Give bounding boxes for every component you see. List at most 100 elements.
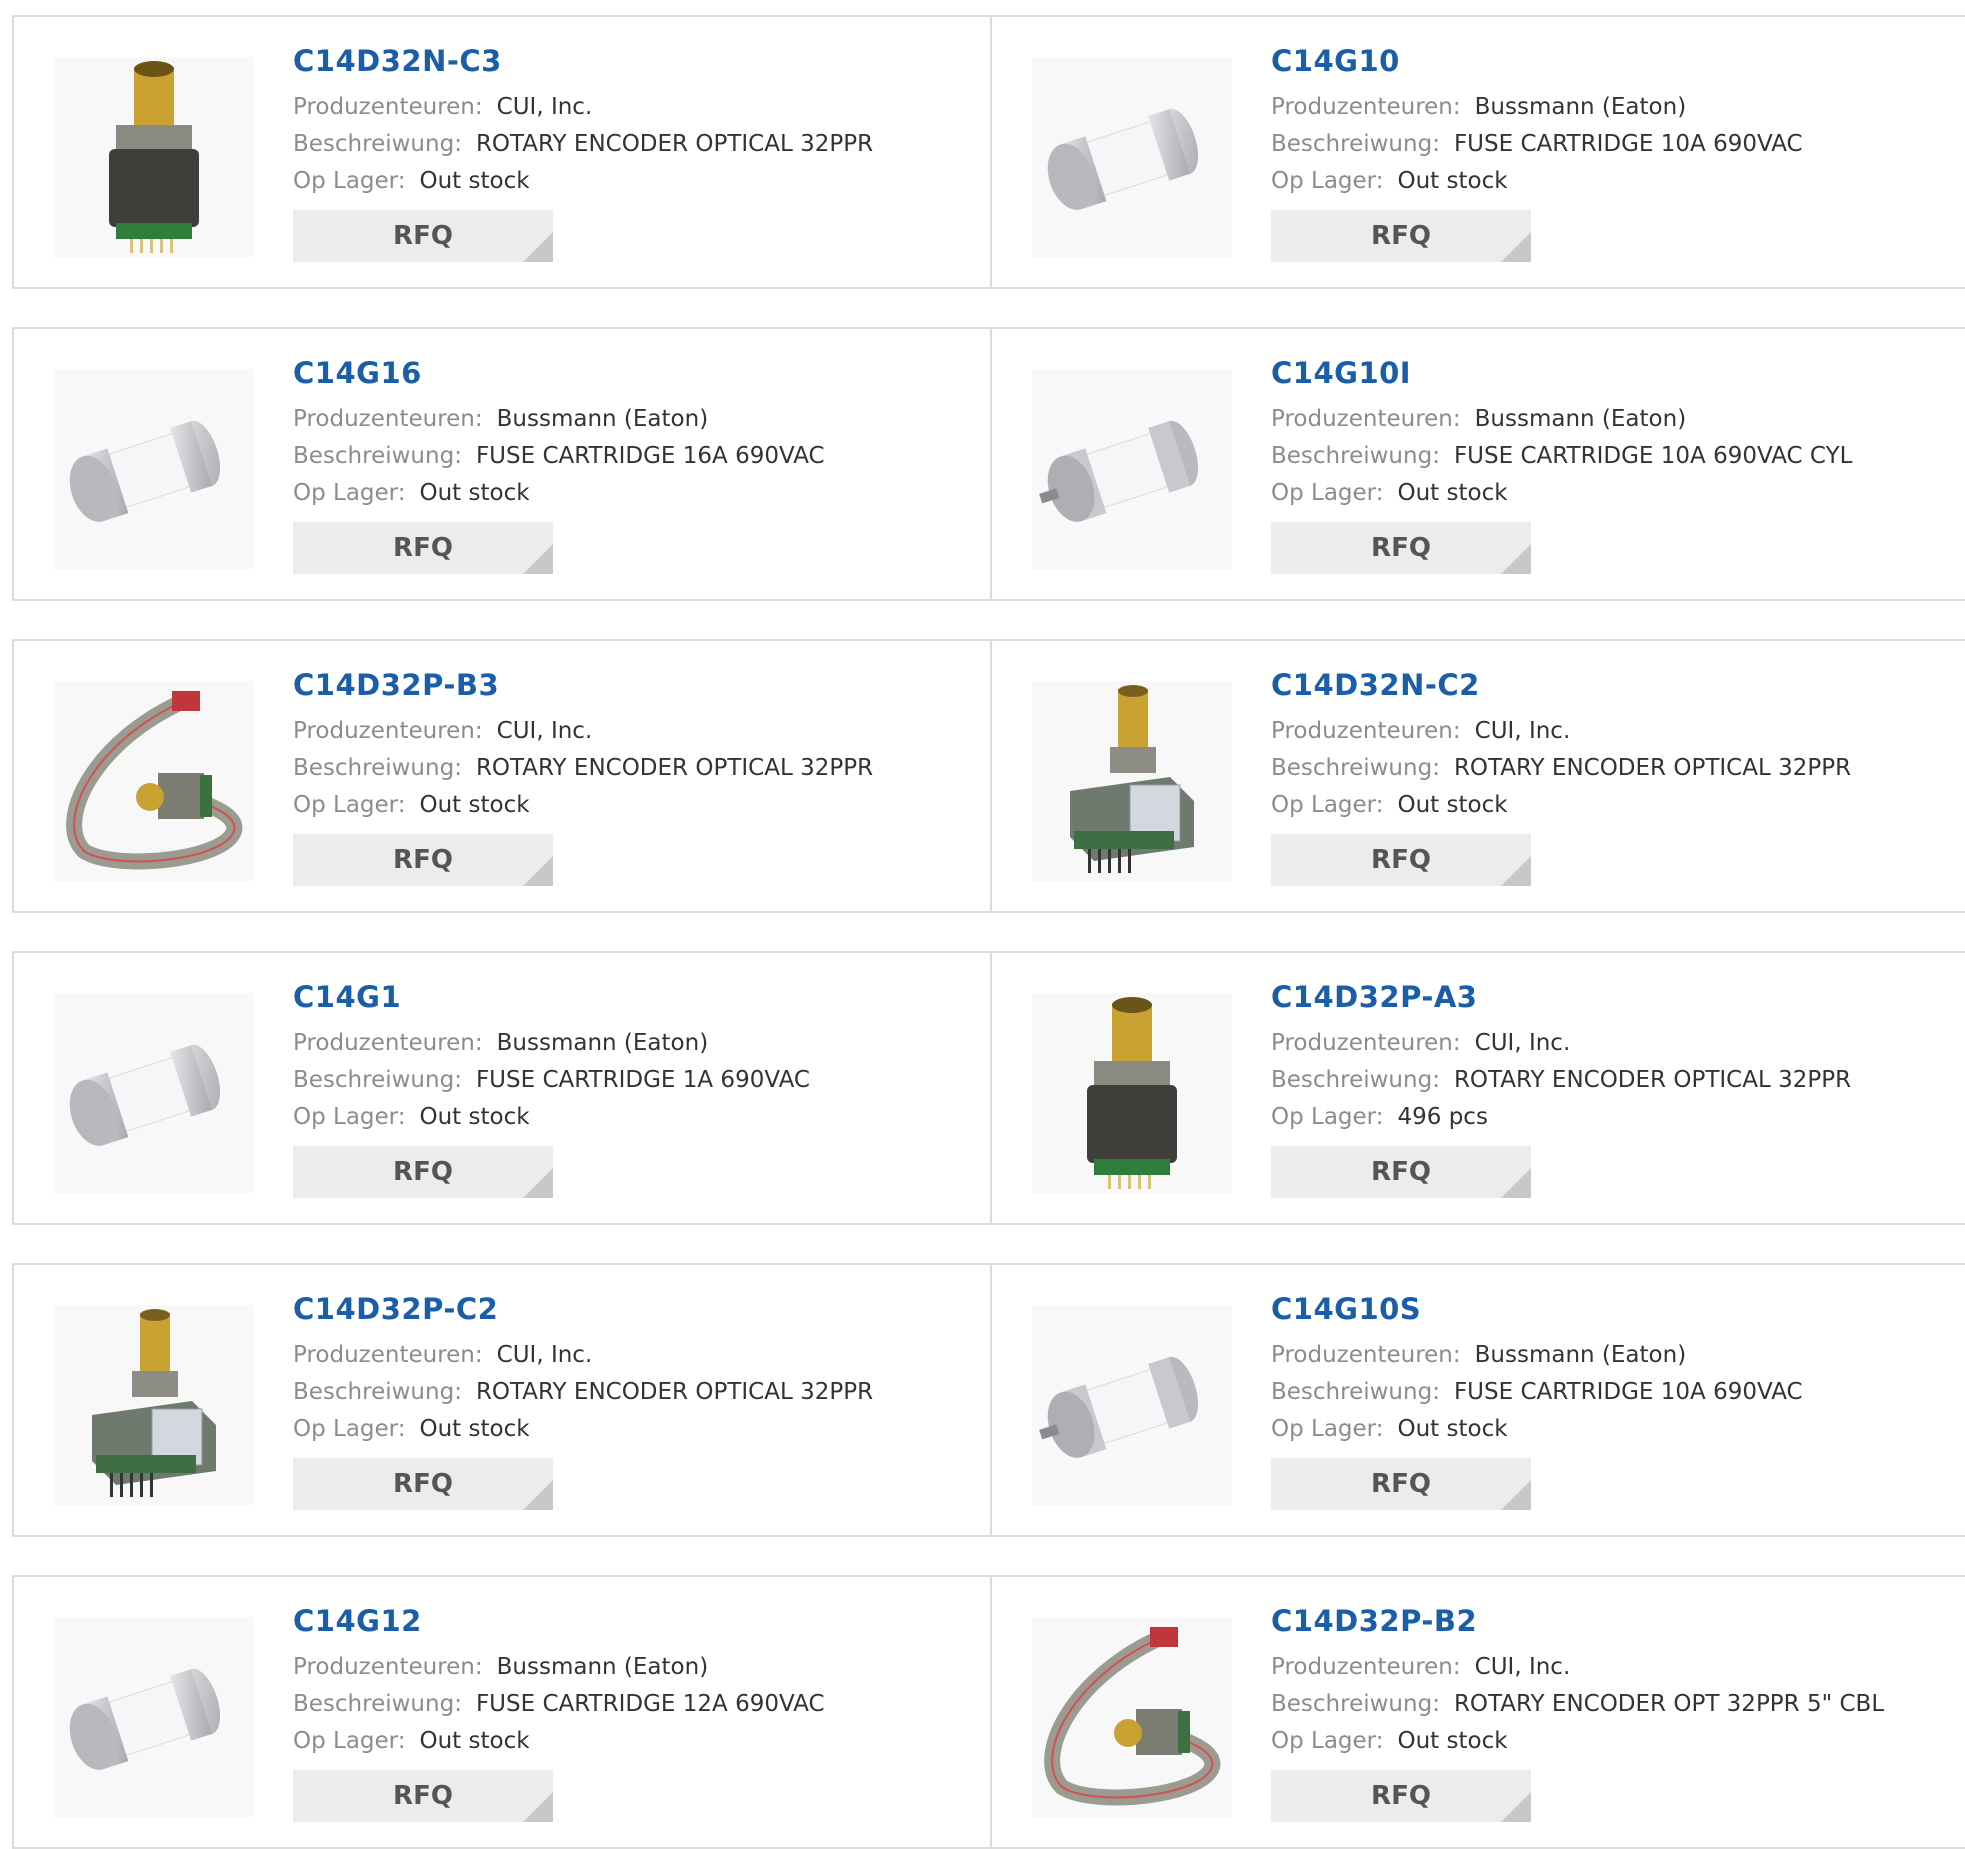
- rfq-label: RFQ: [1371, 1469, 1431, 1499]
- product-image[interactable]: [54, 993, 254, 1193]
- manufacturer-row: Produzenteuren: Bussmann (Eaton): [293, 1649, 825, 1686]
- manufacturer-row: Produzenteuren: CUI, Inc.: [1271, 1025, 1851, 1062]
- product-image[interactable]: [54, 1305, 254, 1505]
- description-label: Beschreiwung:: [1271, 1067, 1440, 1093]
- manufacturer-row: Produzenteuren: Bussmann (Eaton): [1271, 401, 1852, 438]
- product-image[interactable]: [1032, 369, 1232, 569]
- rfq-button[interactable]: RFQ: [293, 1770, 553, 1822]
- product-image[interactable]: [54, 369, 254, 569]
- product-image[interactable]: [54, 1617, 254, 1817]
- corner-triangle-icon: [523, 1480, 553, 1510]
- rfq-label: RFQ: [1371, 845, 1431, 875]
- product-part-number-link[interactable]: C14D32P-C2: [293, 1291, 873, 1327]
- rfq-button[interactable]: RFQ: [1271, 834, 1531, 886]
- manufacturer-row: Produzenteuren: Bussmann (Eaton): [1271, 1337, 1803, 1374]
- product-grid: C14D32N-C3 Produzenteuren: CUI, Inc. Besc…: [12, 15, 1965, 1849]
- product-image[interactable]: [1032, 681, 1232, 881]
- stock-row: Op Lager: Out stock: [1271, 787, 1851, 824]
- manufacturer-value: CUI, Inc.: [496, 1342, 593, 1368]
- stock-label: Op Lager:: [293, 1416, 406, 1442]
- product-part-number-link[interactable]: C14D32N-C3: [293, 43, 873, 79]
- description-label: Beschreiwung:: [293, 443, 462, 469]
- description-value: FUSE CARTRIDGE 16A 690VAC: [475, 443, 825, 469]
- description-label: Beschreiwung:: [293, 1379, 462, 1405]
- rfq-button[interactable]: RFQ: [293, 1146, 553, 1198]
- description-value: ROTARY ENCODER OPTICAL 32PPR: [475, 755, 874, 781]
- rfq-button[interactable]: RFQ: [1271, 1770, 1531, 1822]
- stock-label: Op Lager:: [1271, 168, 1384, 194]
- rfq-label: RFQ: [1371, 221, 1431, 251]
- fuse-cartridge-icon: [54, 369, 254, 569]
- product-part-number-link[interactable]: C14D32P-B2: [1271, 1603, 1884, 1639]
- manufacturer-label: Produzenteuren:: [1271, 1342, 1461, 1368]
- stock-label: Op Lager:: [293, 792, 406, 818]
- manufacturer-row: Produzenteuren: Bussmann (Eaton): [1271, 89, 1803, 126]
- rfq-button[interactable]: RFQ: [1271, 210, 1531, 262]
- corner-triangle-icon: [523, 856, 553, 886]
- stock-value: Out stock: [1397, 1416, 1508, 1442]
- product-info: C14D32P-B2 Produzenteuren: CUI, Inc. Besc…: [1271, 1603, 1884, 1822]
- manufacturer-value: CUI, Inc.: [496, 94, 593, 120]
- corner-triangle-icon: [1501, 1792, 1531, 1822]
- manufacturer-value: Bussmann (Eaton): [1474, 1342, 1687, 1368]
- product-image[interactable]: [1032, 1617, 1232, 1817]
- product-part-number-link[interactable]: C14D32N-C2: [1271, 667, 1851, 703]
- rfq-button[interactable]: RFQ: [293, 522, 553, 574]
- manufacturer-value: CUI, Inc.: [496, 718, 593, 744]
- stock-value: Out stock: [419, 168, 530, 194]
- product-info: C14G12 Produzenteuren: Bussmann (Eaton) B…: [293, 1603, 825, 1822]
- product-part-number-link[interactable]: C14D32P-A3: [1271, 979, 1851, 1015]
- rfq-button[interactable]: RFQ: [1271, 1146, 1531, 1198]
- description-label: Beschreiwung:: [1271, 443, 1440, 469]
- rotary-encoder-upright-icon: [1032, 993, 1232, 1193]
- rfq-button[interactable]: RFQ: [293, 1458, 553, 1510]
- product-info: C14D32N-C2 Produzenteuren: CUI, Inc. Besc…: [1271, 667, 1851, 886]
- rfq-button[interactable]: RFQ: [293, 834, 553, 886]
- rfq-button[interactable]: RFQ: [293, 210, 553, 262]
- product-part-number-link[interactable]: C14G10: [1271, 43, 1803, 79]
- product-card: C14G16 Produzenteuren: Bussmann (Eaton) B…: [12, 327, 990, 601]
- product-card: C14D32P-C2 Produzenteuren: CUI, Inc. Besc…: [12, 1263, 990, 1537]
- product-image[interactable]: [1032, 1305, 1232, 1505]
- product-image[interactable]: [1032, 993, 1232, 1193]
- description-row: Beschreiwung: FUSE CARTRIDGE 1A 690VAC: [293, 1062, 810, 1099]
- description-row: Beschreiwung: ROTARY ENCODER OPTICAL 32PP…: [293, 1374, 873, 1411]
- product-part-number-link[interactable]: C14G1: [293, 979, 810, 1015]
- description-value: FUSE CARTRIDGE 10A 690VAC: [1453, 131, 1803, 157]
- manufacturer-label: Produzenteuren:: [293, 94, 483, 120]
- stock-row: Op Lager: Out stock: [293, 1411, 873, 1448]
- stock-value: Out stock: [419, 1104, 530, 1130]
- stock-value: Out stock: [419, 792, 530, 818]
- stock-row: Op Lager: Out stock: [293, 1099, 810, 1136]
- product-image[interactable]: [54, 57, 254, 257]
- stock-label: Op Lager:: [1271, 480, 1384, 506]
- rfq-button[interactable]: RFQ: [1271, 522, 1531, 574]
- stock-value: Out stock: [1397, 792, 1508, 818]
- description-label: Beschreiwung:: [293, 1067, 462, 1093]
- corner-triangle-icon: [1501, 544, 1531, 574]
- product-image[interactable]: [54, 681, 254, 881]
- description-row: Beschreiwung: FUSE CARTRIDGE 16A 690VAC: [293, 438, 825, 475]
- rfq-button[interactable]: RFQ: [1271, 1458, 1531, 1510]
- product-image[interactable]: [1032, 57, 1232, 257]
- manufacturer-value: CUI, Inc.: [1474, 718, 1571, 744]
- product-info: C14G1 Produzenteuren: Bussmann (Eaton) Be…: [293, 979, 810, 1198]
- rfq-label: RFQ: [1371, 533, 1431, 563]
- product-part-number-link[interactable]: C14G12: [293, 1603, 825, 1639]
- corner-triangle-icon: [523, 544, 553, 574]
- rotary-encoder-cable-icon: [1032, 1617, 1232, 1817]
- product-info: C14D32N-C3 Produzenteuren: CUI, Inc. Besc…: [293, 43, 873, 262]
- product-part-number-link[interactable]: C14G10I: [1271, 355, 1852, 391]
- product-part-number-link[interactable]: C14G16: [293, 355, 825, 391]
- description-value: ROTARY ENCODER OPTICAL 32PPR: [1453, 1067, 1852, 1093]
- product-part-number-link[interactable]: C14G10S: [1271, 1291, 1803, 1327]
- product-part-number-link[interactable]: C14D32P-B3: [293, 667, 873, 703]
- stock-label: Op Lager:: [1271, 1728, 1384, 1754]
- manufacturer-label: Produzenteuren:: [293, 1030, 483, 1056]
- manufacturer-label: Produzenteuren:: [293, 718, 483, 744]
- stock-row: Op Lager: Out stock: [1271, 1723, 1884, 1760]
- manufacturer-label: Produzenteuren:: [1271, 94, 1461, 120]
- stock-label: Op Lager:: [293, 1728, 406, 1754]
- product-info: C14D32P-A3 Produzenteuren: CUI, Inc. Besc…: [1271, 979, 1851, 1198]
- manufacturer-row: Produzenteuren: Bussmann (Eaton): [293, 401, 825, 438]
